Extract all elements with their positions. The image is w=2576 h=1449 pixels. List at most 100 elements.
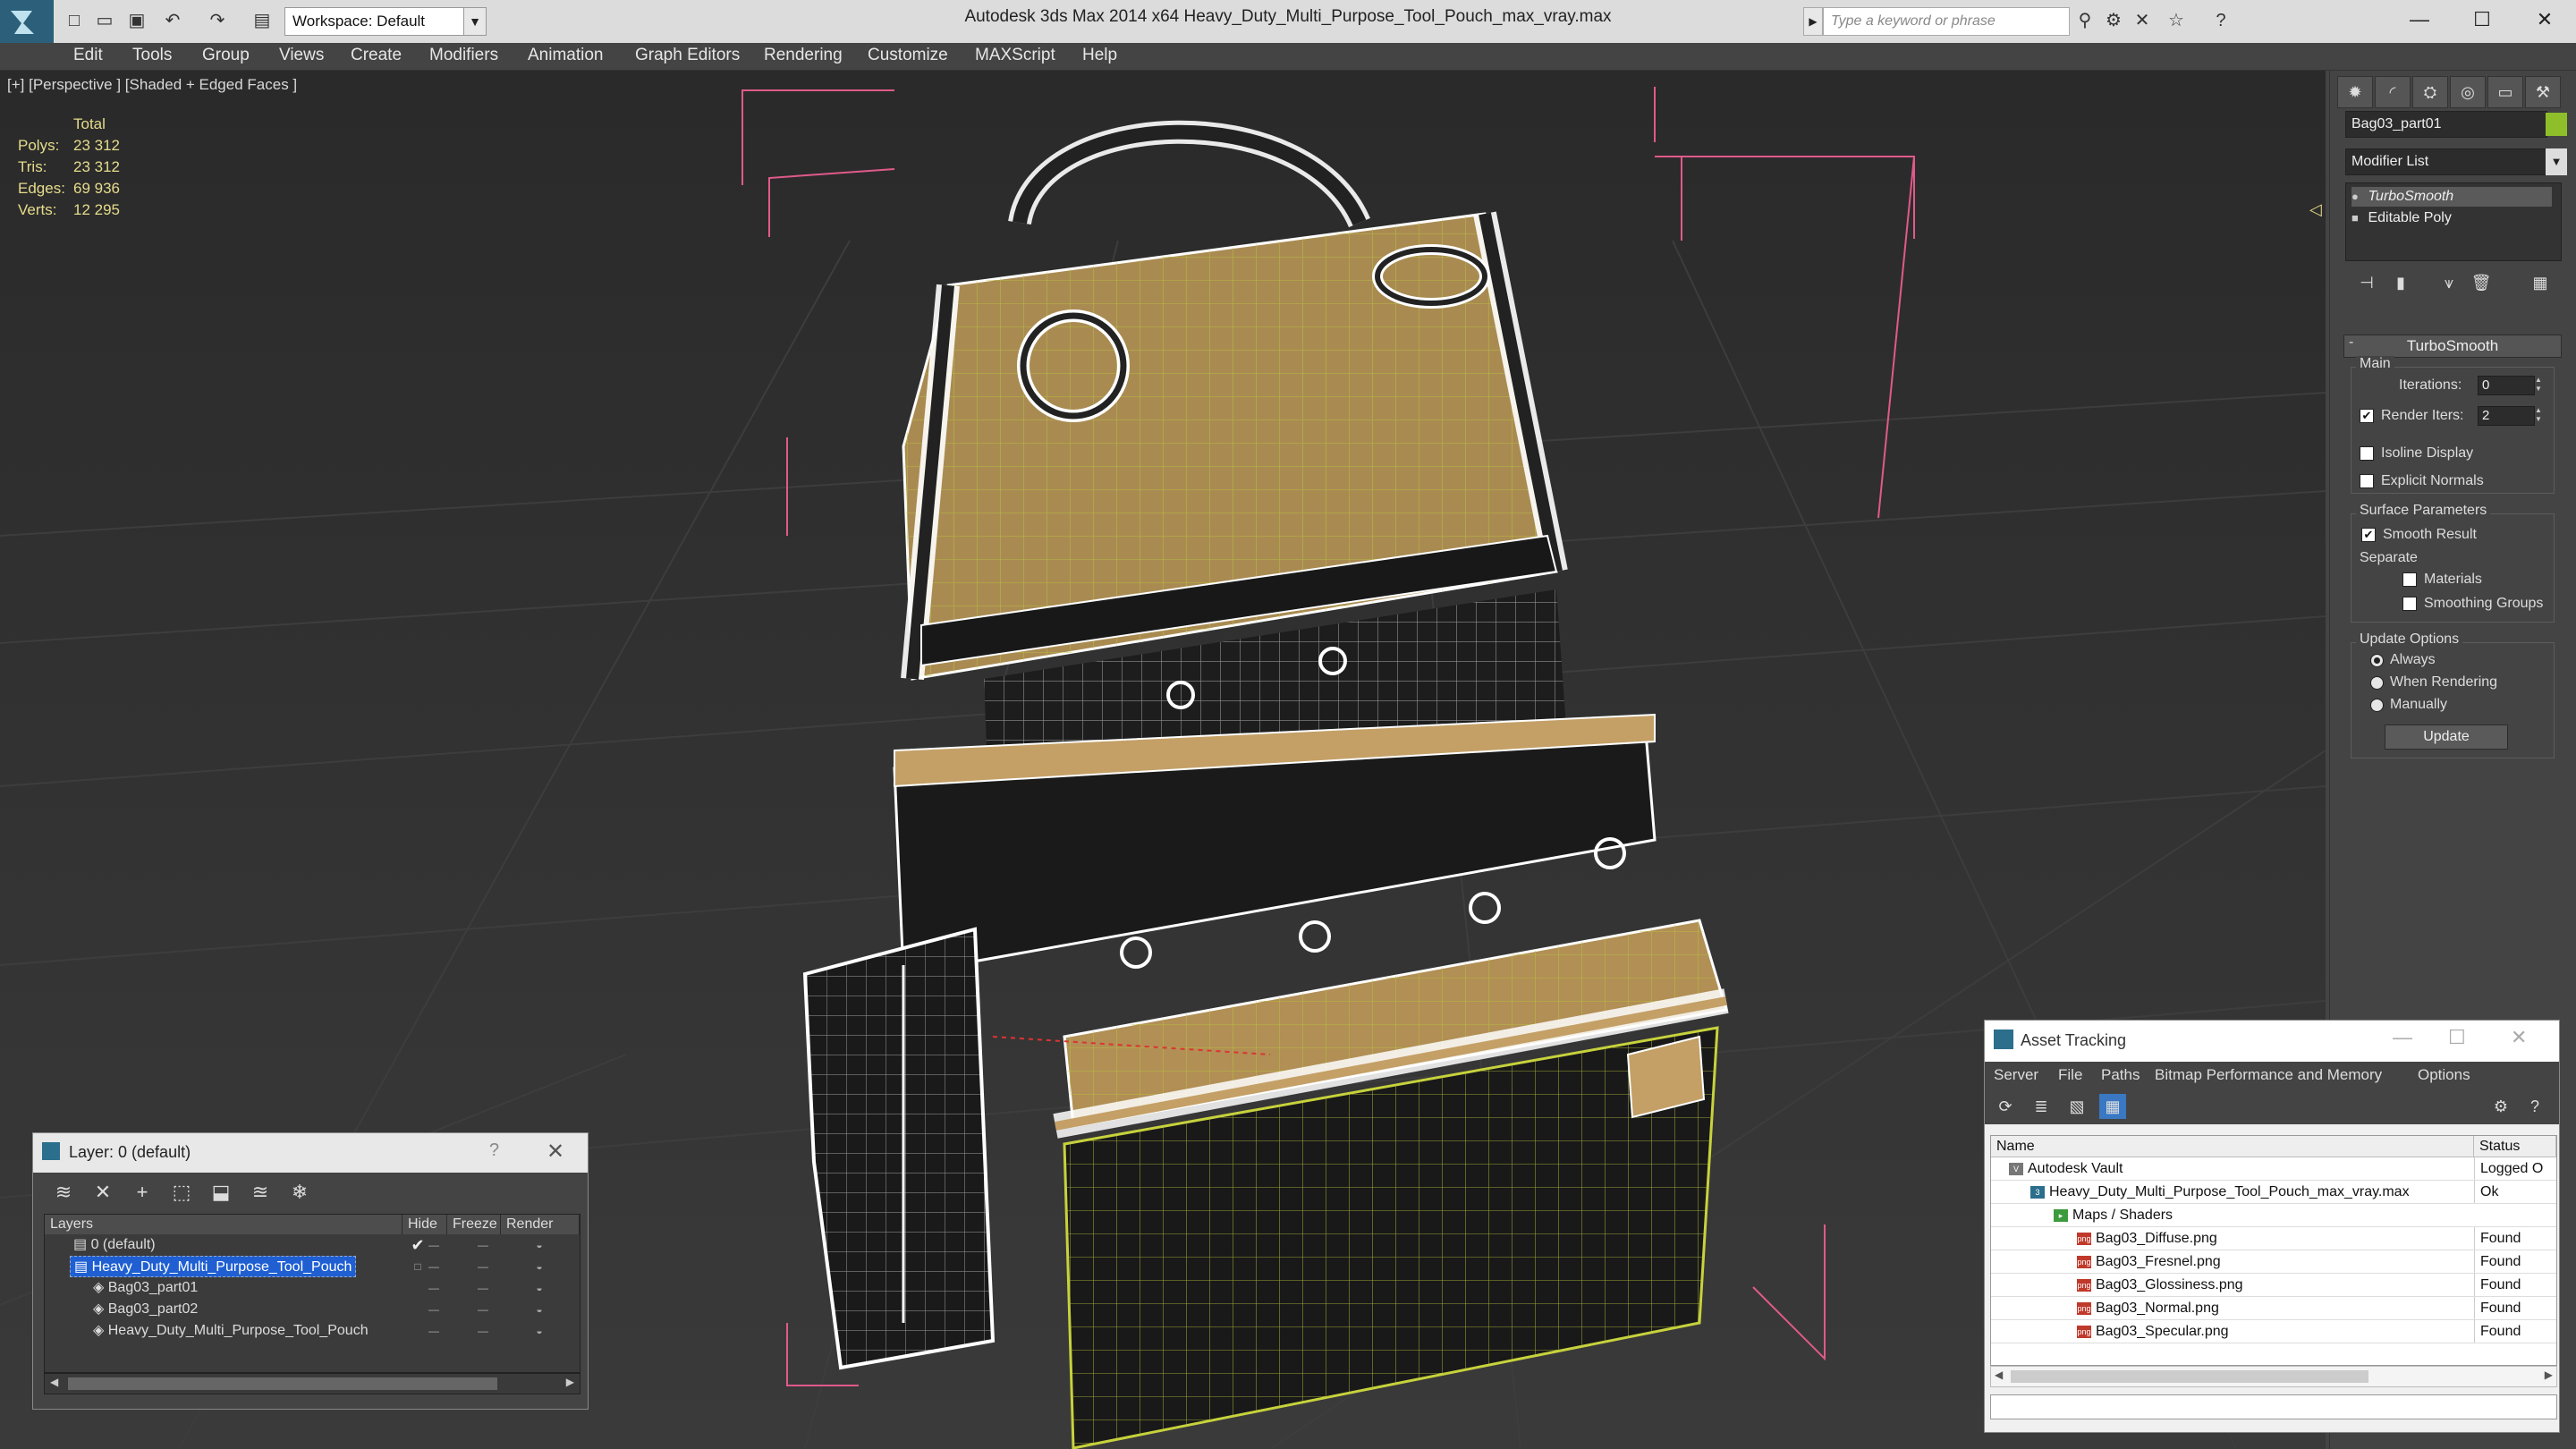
maximize-button[interactable]: ☐ — [2451, 0, 2513, 39]
menu-rendering[interactable]: Rendering — [764, 46, 843, 65]
layer-row[interactable]: ▤ 0 (default) ✔ — — ◒ — [45, 1234, 580, 1256]
asset-row[interactable]: V Autodesk Vault Logged O — [1991, 1157, 2556, 1181]
stack-item-editable-poly[interactable]: ■ Editable Poly — [2351, 208, 2552, 228]
asset-row[interactable]: png Bag03_Fresnel.png Found — [1991, 1250, 2556, 1274]
rollout-turbosmooth[interactable]: TurboSmooth — [2343, 335, 2562, 358]
hide-toggle[interactable]: — — [411, 1299, 456, 1320]
column-name[interactable]: Name — [1991, 1136, 2474, 1157]
viewport-label[interactable]: [+] [Perspective ] [Shaded + Edged Faces… — [7, 76, 297, 94]
communication-icon[interactable]: ✕ — [2131, 9, 2154, 32]
hide-toggle[interactable]: — — [411, 1320, 456, 1342]
add-layer-icon[interactable]: + — [126, 1178, 158, 1207]
render-teapot-icon[interactable]: ◒ — [517, 1320, 562, 1342]
binoculars-icon[interactable]: ⚲ — [2073, 9, 2097, 32]
freeze-all-icon[interactable]: ❄ — [284, 1178, 316, 1207]
freeze-toggle[interactable]: — — [461, 1299, 505, 1320]
pin-stack-icon[interactable]: ⊣ — [2351, 268, 2383, 297]
object-color-swatch[interactable] — [2546, 113, 2567, 136]
menu-help[interactable]: Help — [1082, 46, 1117, 65]
modifier-list-dropdown[interactable]: Modifier List — [2345, 148, 2551, 175]
render-teapot-icon[interactable]: ◒ — [517, 1277, 562, 1299]
create-tab-icon[interactable]: ✹ — [2337, 76, 2373, 108]
show-end-result-icon[interactable]: ▮ — [2385, 268, 2417, 297]
close-button[interactable]: ✕ — [2513, 0, 2576, 39]
stack-pin-icon[interactable]: ◁ — [2309, 200, 2322, 219]
layer-row[interactable]: ◈ Bag03_part02 — — ◒ — [45, 1299, 580, 1320]
layer-row[interactable]: ▤ Heavy_Duty_Multi_Purpose_Tool_Pouch □ … — [45, 1256, 580, 1277]
scroll-thumb[interactable] — [2011, 1370, 2368, 1383]
hide-toggle[interactable]: — — [411, 1234, 456, 1256]
asset-row[interactable]: png Bag03_Specular.png Found — [1991, 1320, 2556, 1343]
display-tab-icon[interactable]: ▭ — [2487, 76, 2523, 108]
scroll-right-icon[interactable]: ▶ — [566, 1376, 574, 1388]
explicit-normals-checkbox[interactable] — [2360, 474, 2374, 488]
modify-tab-icon[interactable]: ◜ — [2375, 76, 2411, 108]
asset-row[interactable]: 3 Heavy_Duty_Multi_Purpose_Tool_Pouch_max… — [1991, 1181, 2556, 1204]
scroll-right-icon[interactable]: ▶ — [2545, 1368, 2553, 1381]
menu-tools[interactable]: Tools — [132, 46, 172, 65]
scroll-left-icon[interactable]: ◀ — [1995, 1368, 2003, 1381]
search-expand-icon[interactable]: ▶ — [1803, 7, 1823, 36]
asset-path-field[interactable] — [1990, 1394, 2557, 1419]
render-teapot-icon[interactable]: ◒ — [517, 1299, 562, 1320]
scroll-left-icon[interactable]: ◀ — [50, 1376, 58, 1388]
layer-stack-icon[interactable]: ≋ — [47, 1178, 80, 1207]
render-teapot-icon[interactable]: ◒ — [517, 1234, 562, 1256]
menu-customize[interactable]: Customize — [868, 46, 948, 65]
freeze-toggle[interactable]: — — [461, 1277, 505, 1299]
asset-row[interactable]: png Bag03_Normal.png Found — [1991, 1297, 2556, 1320]
materials-checkbox[interactable] — [2402, 572, 2417, 587]
always-radio[interactable] — [2370, 654, 2384, 667]
layer-row[interactable]: ◈ Heavy_Duty_Multi_Purpose_Tool_Pouch — … — [45, 1320, 580, 1342]
menu-maxscript[interactable]: MAXScript — [975, 46, 1055, 65]
render-iters-spinner[interactable]: 2 — [2478, 406, 2535, 426]
make-unique-icon[interactable]: ⩛ — [2433, 268, 2465, 297]
hide-toggle[interactable]: — — [411, 1256, 456, 1277]
minimize-button[interactable]: — — [2393, 1026, 2412, 1049]
hierarchy-tab-icon[interactable]: ⛭ — [2412, 76, 2448, 108]
search-input[interactable]: Type a keyword or phrase — [1823, 7, 2070, 36]
chevron-down-icon[interactable]: ▼ — [2546, 148, 2567, 175]
update-button[interactable]: Update — [2385, 724, 2508, 750]
column-render[interactable]: Render — [501, 1215, 580, 1234]
render-iters-checkbox[interactable]: ✔ — [2360, 409, 2374, 423]
refresh-icon[interactable]: ⟳ — [1992, 1094, 2019, 1119]
asset-row[interactable]: png Bag03_Glossiness.png Found — [1991, 1274, 2556, 1297]
favorites-star-icon[interactable]: ☆ — [2165, 9, 2188, 32]
freeze-toggle[interactable]: — — [461, 1320, 505, 1342]
menu-views[interactable]: Views — [279, 46, 324, 65]
column-status[interactable]: Status — [2474, 1136, 2556, 1157]
menu-animation[interactable]: Animation — [528, 46, 604, 65]
list-view-icon[interactable]: ≣ — [2028, 1094, 2055, 1119]
help-icon[interactable]: ? — [2521, 1094, 2548, 1119]
manually-radio[interactable] — [2370, 699, 2384, 712]
object-name-field[interactable]: Bag03_part01 — [2345, 111, 2547, 138]
help-icon[interactable]: ? — [2209, 9, 2233, 32]
server-settings-icon[interactable]: ⚙ — [2487, 1094, 2514, 1119]
hide-toggle[interactable]: — — [411, 1277, 456, 1299]
subscription-icon[interactable]: ⚙ — [2102, 9, 2125, 32]
horizontal-scrollbar[interactable]: ◀ ▶ — [1990, 1366, 2557, 1387]
smoothing-groups-checkbox[interactable] — [2402, 597, 2417, 611]
horizontal-scrollbar[interactable]: ◀ ▶ — [44, 1373, 580, 1394]
when-rendering-radio[interactable] — [2370, 676, 2384, 690]
render-teapot-icon[interactable]: ◒ — [517, 1256, 562, 1277]
isoline-display-checkbox[interactable] — [2360, 446, 2374, 461]
menu-file[interactable]: File — [2058, 1066, 2082, 1084]
asset-row[interactable]: ▸ Maps / Shaders — [1991, 1204, 2556, 1227]
stack-item-turbosmooth[interactable]: ● TurboSmooth — [2351, 187, 2552, 207]
help-icon[interactable]: ? — [489, 1140, 499, 1161]
hide-all-icon[interactable]: ≊ — [244, 1178, 276, 1207]
menu-options[interactable]: Options — [2418, 1066, 2470, 1084]
menu-bitmap-performance[interactable]: Bitmap Performance and Memory — [2155, 1066, 2382, 1084]
spinner-arrows-icon[interactable]: ▲ ▼ — [2533, 376, 2544, 395]
thumbnail-view-icon[interactable]: ▧ — [2063, 1094, 2090, 1119]
column-layers[interactable]: Layers — [45, 1215, 402, 1234]
minimize-button[interactable]: — — [2388, 0, 2451, 39]
menu-edit[interactable]: Edit — [73, 46, 103, 65]
scroll-thumb[interactable] — [68, 1377, 497, 1390]
delete-layer-icon[interactable]: ✕ — [87, 1178, 119, 1207]
menu-modifiers[interactable]: Modifiers — [429, 46, 498, 65]
table-view-icon[interactable]: ▦ — [2099, 1094, 2126, 1119]
close-icon[interactable]: ✕ — [547, 1139, 564, 1165]
